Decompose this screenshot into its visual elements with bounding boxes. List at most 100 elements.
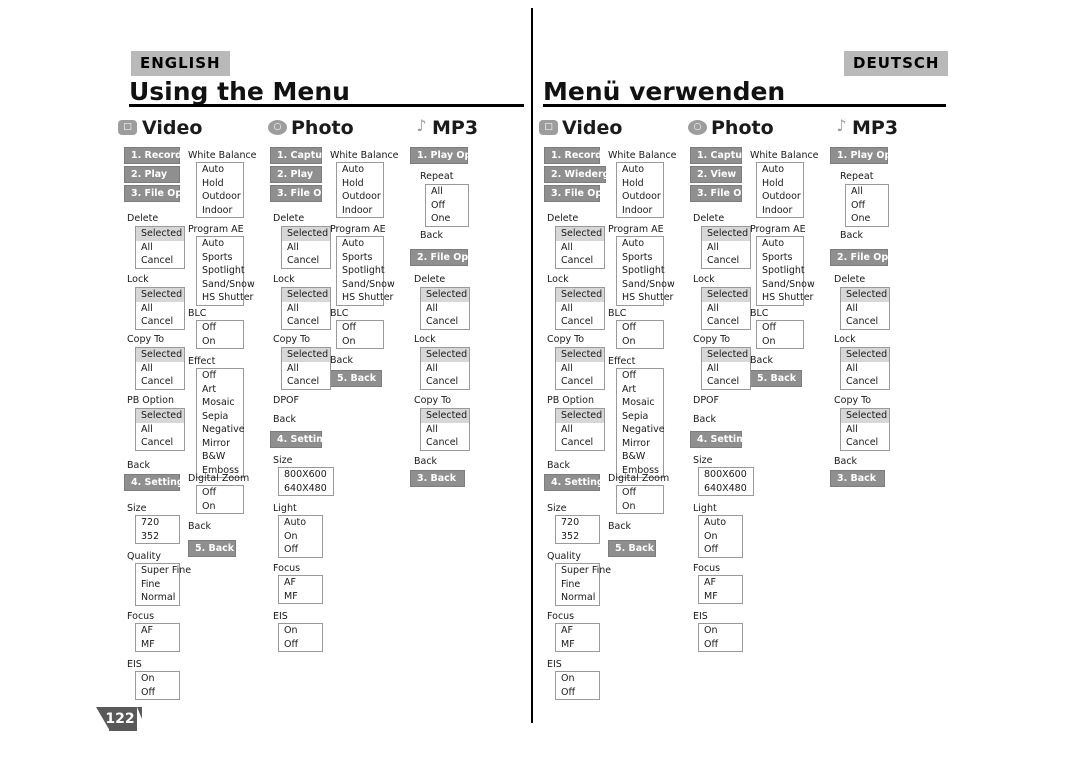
list-item[interactable]: Outdoor xyxy=(757,190,803,204)
list-item[interactable]: Selected xyxy=(136,288,184,302)
list-item[interactable]: All xyxy=(136,241,184,255)
menu-header-play-options-mp3-de[interactable]: 1. Play Options xyxy=(830,147,918,164)
list-item[interactable]: All xyxy=(702,302,750,316)
list-item[interactable]: Cancel xyxy=(841,375,889,389)
box-size-video-en[interactable]: 720 352 xyxy=(135,515,180,544)
box-eis-photo-de[interactable]: On Off xyxy=(698,623,743,652)
list-item[interactable]: Off xyxy=(197,321,243,335)
list-item[interactable]: On xyxy=(617,335,663,349)
list-item[interactable]: 720 xyxy=(136,516,179,530)
list-item[interactable]: 352 xyxy=(556,530,599,544)
box-program-ae-photo-en[interactable]: Auto Sports Spotlight Sand/Snow HS Shutt… xyxy=(336,236,395,306)
list-item[interactable]: Sand/Snow xyxy=(617,278,675,292)
list-item[interactable]: Super Fine xyxy=(556,564,611,578)
menu-header-play-en[interactable]: 2. Play xyxy=(124,166,180,183)
list-item[interactable]: Normal xyxy=(136,591,179,605)
box-delete-video-en[interactable]: Selected All Cancel xyxy=(135,226,185,269)
list-item[interactable]: All xyxy=(556,241,604,255)
list-item[interactable]: Off xyxy=(699,638,742,652)
list-item[interactable]: All xyxy=(841,362,889,376)
list-item[interactable]: Sports xyxy=(617,251,663,265)
list-item[interactable]: All xyxy=(846,185,888,199)
list-item[interactable]: On xyxy=(279,624,322,638)
list-item[interactable]: On xyxy=(556,672,599,686)
menu-back-mp3-en[interactable]: 3. Back xyxy=(410,470,465,487)
list-item[interactable]: All xyxy=(426,185,468,199)
list-item[interactable]: Cancel xyxy=(702,375,750,389)
box-lock-photo-en[interactable]: Selected All Cancel xyxy=(281,287,331,330)
list-item[interactable]: One xyxy=(846,212,888,226)
list-item[interactable]: Negative xyxy=(197,423,245,437)
list-item[interactable]: Sports xyxy=(197,251,243,265)
menu-header-file-options-mp3-en[interactable]: 2. File Options xyxy=(410,249,495,266)
list-item[interactable]: Auto xyxy=(197,163,243,177)
list-item[interactable]: Selected xyxy=(136,409,184,423)
menu-header-record-en[interactable]: 1. Record xyxy=(124,147,182,164)
list-item[interactable]: 352 xyxy=(136,530,179,544)
list-item[interactable]: Spotlight xyxy=(337,264,385,278)
list-item[interactable]: Cancel xyxy=(421,436,469,450)
box-lock-mp3-de[interactable]: Selected All Cancel xyxy=(840,347,890,390)
list-item[interactable]: Cancel xyxy=(136,436,184,450)
list-item[interactable]: Hold xyxy=(197,177,243,191)
box-delete-video-de[interactable]: Selected All Cancel xyxy=(555,226,605,269)
list-item[interactable]: Mirror xyxy=(617,437,663,451)
box-digital-zoom-video-de[interactable]: Off On xyxy=(616,485,664,514)
list-item[interactable]: Off xyxy=(279,638,322,652)
list-item[interactable]: Selected xyxy=(702,348,750,362)
box-blc-photo-de[interactable]: Off On xyxy=(756,320,804,349)
list-item[interactable]: Cancel xyxy=(136,315,184,329)
list-item[interactable]: Off xyxy=(617,321,663,335)
list-item[interactable]: Indoor xyxy=(617,204,663,218)
list-item[interactable]: Mosaic xyxy=(197,396,243,410)
list-item[interactable]: On xyxy=(699,530,742,544)
list-item[interactable]: Off xyxy=(617,486,663,500)
menu-back-photo-en[interactable]: 5. Back xyxy=(330,370,382,387)
menu-header-file-options-de[interactable]: 3. File Options xyxy=(544,185,629,202)
menu-header-settings-photo-de[interactable]: 4. Settings xyxy=(690,431,755,448)
box-copy-to-video-de[interactable]: Selected All Cancel xyxy=(555,347,605,390)
box-blc-video-de[interactable]: Off On xyxy=(616,320,664,349)
box-white-balance-photo-en[interactable]: Auto Hold Outdoor Indoor xyxy=(336,162,384,218)
menu-header-wiedergabe-de[interactable]: 2. Wiedergabe xyxy=(544,166,629,183)
list-item[interactable]: Selected xyxy=(702,288,750,302)
list-item[interactable]: All xyxy=(282,302,330,316)
list-item[interactable]: Selected xyxy=(841,288,889,302)
list-item[interactable]: B&W xyxy=(197,450,243,464)
list-item[interactable]: Indoor xyxy=(337,204,383,218)
list-item[interactable]: Cancel xyxy=(702,254,750,268)
list-item[interactable]: Indoor xyxy=(197,204,243,218)
menu-header-settings-video-de[interactable]: 4. Settings xyxy=(544,474,609,491)
list-item[interactable]: On xyxy=(136,672,179,686)
list-item[interactable]: Spotlight xyxy=(757,264,805,278)
box-white-balance-photo-de[interactable]: Auto Hold Outdoor Indoor xyxy=(756,162,804,218)
list-item[interactable]: B&W xyxy=(617,450,663,464)
list-item[interactable]: Outdoor xyxy=(617,190,663,204)
menu-header-view-photo-de[interactable]: 2. View xyxy=(690,166,742,183)
list-item[interactable]: All xyxy=(136,302,184,316)
list-item[interactable]: Art xyxy=(617,383,663,397)
list-item[interactable]: Cancel xyxy=(556,315,604,329)
list-item[interactable]: Spotlight xyxy=(617,264,665,278)
list-item[interactable]: 640X480 xyxy=(279,482,333,496)
box-pb-option-video-en[interactable]: Selected All Cancel xyxy=(135,408,185,451)
box-effect-video-en[interactable]: Off Art Mosaic Sepia Negative Mirror B&W… xyxy=(196,368,245,478)
list-item[interactable]: All xyxy=(556,302,604,316)
list-item[interactable]: Selected xyxy=(136,348,184,362)
box-size-photo-en[interactable]: 800X600 640X480 xyxy=(278,467,334,496)
list-item[interactable]: Indoor xyxy=(757,204,803,218)
box-blc-photo-en[interactable]: Off On xyxy=(336,320,384,349)
list-item[interactable]: Sand/Snow xyxy=(757,278,815,292)
list-item[interactable]: AF xyxy=(556,624,599,638)
menu-back-video-en[interactable]: 5. Back xyxy=(188,540,236,557)
list-item[interactable]: Off xyxy=(426,199,468,213)
list-item[interactable]: Cancel xyxy=(282,315,330,329)
list-item[interactable]: Hold xyxy=(337,177,383,191)
box-delete-photo-en[interactable]: Selected All Cancel xyxy=(281,226,331,269)
box-effect-video-de[interactable]: Off Art Mosaic Sepia Negative Mirror B&W… xyxy=(616,368,665,478)
list-item[interactable]: Selected xyxy=(136,227,184,241)
list-item[interactable]: All xyxy=(136,362,184,376)
box-blc-video-en[interactable]: Off On xyxy=(196,320,244,349)
list-item[interactable]: Selected xyxy=(282,227,330,241)
list-item[interactable]: Auto xyxy=(197,237,243,251)
